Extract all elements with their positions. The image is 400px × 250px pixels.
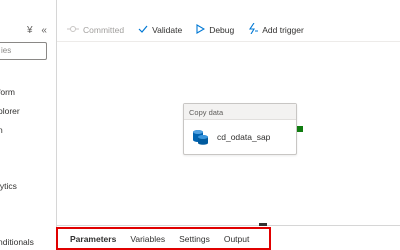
tab-strip: × [0,0,400,18]
checkmark-icon [138,25,148,35]
copy-data-activity[interactable]: Copy data cd_odata_sap [183,103,297,155]
activity-name: cd_odata_sap [217,131,271,142]
collapse-all-icon[interactable]: ¥ « [27,25,50,36]
committed-label: Committed [83,24,125,35]
tab-settings[interactable]: Settings [179,234,210,244]
sidebar-item-conditionals[interactable]: nditionals [0,237,34,247]
bottom-tabs: Parameters Variables Settings Output [56,227,271,250]
sidebar-item-n[interactable]: n [0,125,3,135]
copy-data-icon [192,128,209,145]
tab-parameters[interactable]: Parameters [70,234,116,244]
sidebar-item-analytics[interactable]: lytics [0,181,17,191]
committed-button[interactable]: Committed [67,25,124,35]
pipeline-toolbar: Committed Validate Debug Add trigger [57,18,400,42]
sidebar: ¥ « ies form plorer n lytics nditionals [0,0,57,250]
commit-icon [67,25,79,35]
validate-button[interactable]: Validate [138,25,182,35]
validate-label: Validate [152,24,183,35]
debug-label: Debug [209,24,235,35]
lightning-icon [248,22,259,36]
add-trigger-button[interactable]: Add trigger [248,22,304,36]
tab-output[interactable]: Output [224,234,250,244]
tab-variables[interactable]: Variables [130,234,165,244]
play-icon [196,23,206,36]
panel-resize-handle[interactable] [259,223,267,226]
activity-type-label: Copy data [184,104,296,120]
sidebar-item-form[interactable]: form [0,87,15,97]
debug-button[interactable]: Debug [196,23,235,36]
sidebar-item-explorer[interactable]: plorer [0,106,20,116]
search-input[interactable]: ies [0,42,47,60]
success-output-handle[interactable] [297,126,303,132]
add-trigger-label: Add trigger [262,24,304,35]
